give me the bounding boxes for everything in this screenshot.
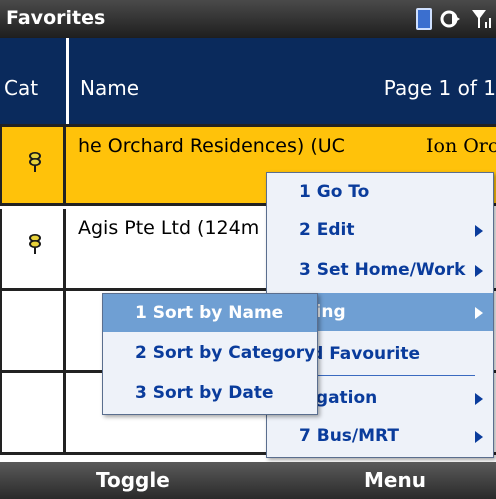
sort-submenu: 1 Sort by Name 2 Sort by Category 3 Sort… [102, 293, 318, 415]
menu-item-edit[interactable]: 2 Edit [267, 211, 493, 249]
connection-icon [438, 8, 464, 30]
toggle-softkey[interactable]: Toggle [96, 468, 170, 492]
submenu-arrow-icon [475, 431, 483, 443]
name-column-header[interactable]: Name [80, 76, 139, 100]
menu-item-bus-mrt[interactable]: 7 Bus/MRT [267, 417, 493, 455]
submenu-arrow-icon [475, 265, 483, 277]
signal-icon [470, 8, 492, 30]
pin-icon [29, 234, 41, 254]
category-cell [0, 291, 66, 370]
menu-separator [303, 375, 475, 376]
submenu-arrow-icon [475, 225, 483, 237]
favorite-name: he Orchard Residences) (UC [78, 135, 345, 157]
status-icons [416, 6, 492, 32]
menu-item-sort-by-date[interactable]: 3 Sort by Date [103, 374, 317, 412]
category-cell [0, 127, 66, 203]
menu-softkey[interactable]: Menu [364, 468, 426, 492]
favorite-name: Agis Pte Ltd (124m [78, 217, 260, 239]
pin-icon [29, 152, 41, 172]
page-indicator: Page 1 of 1 [383, 76, 496, 100]
column-divider [66, 38, 69, 124]
menu-item-set-home-work[interactable]: 3 Set Home/Work [267, 251, 493, 289]
softkey-bar: Toggle Menu [0, 462, 496, 499]
app-title: Favorites [6, 7, 106, 29]
favorite-location: Ion Orc [426, 135, 496, 157]
cat-column-header[interactable]: Cat [4, 76, 38, 100]
category-cell [0, 209, 66, 288]
menu-item-go-to[interactable]: 1 Go To [267, 173, 493, 211]
submenu-arrow-icon [475, 307, 483, 319]
category-cell [0, 373, 66, 452]
title-bar: Favorites [0, 0, 496, 38]
submenu-arrow-icon [475, 393, 483, 405]
menu-item-sort-by-category[interactable]: 2 Sort by Category [103, 334, 317, 372]
list-header: Cat Name Page 1 of 1 [0, 38, 496, 124]
phone-icon [416, 8, 432, 30]
menu-item-sort-by-name[interactable]: 1 Sort by Name [103, 294, 317, 332]
